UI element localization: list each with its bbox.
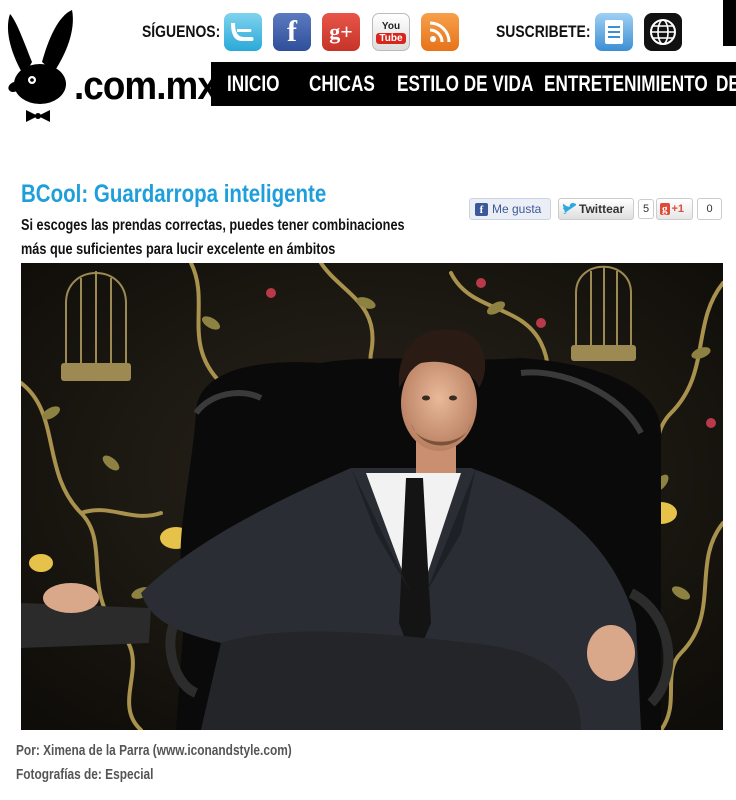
google-plus-glyph: g+ xyxy=(329,19,353,44)
youtube-you: You xyxy=(381,20,401,32)
rss-icon[interactable] xyxy=(421,13,459,51)
youtube-tube: Tube xyxy=(376,32,406,44)
tweet-count: 5 xyxy=(638,199,654,219)
main-navigation: INICIO CHICAS ESTILO DE VIDA ENTRETENIMI… xyxy=(211,62,736,106)
google-plus-icon: g xyxy=(660,203,670,215)
subscribe-label: SUSCRIBETE: xyxy=(496,22,591,41)
site-domain-logo[interactable]: .com.mx xyxy=(74,64,218,108)
newsletter-icon[interactable] xyxy=(595,13,633,51)
playboy-bunny-logo[interactable] xyxy=(2,6,80,122)
twitter-icon[interactable] xyxy=(224,13,262,51)
youtube-icon[interactable]: You Tube xyxy=(372,13,410,51)
author-credit[interactable]: Por: Ximena de la Parra (www.iconandstyl… xyxy=(16,742,292,760)
twitter-bird-icon xyxy=(563,202,578,217)
tweet-label: Twittear xyxy=(579,202,625,216)
plus-one-count: 0 xyxy=(697,198,722,220)
article-hero-photo[interactable] xyxy=(21,263,723,730)
facebook-icon: f xyxy=(475,202,488,216)
header-edge-block xyxy=(723,0,736,46)
nav-item-estilo-de-vida[interactable]: ESTILO DE VIDA xyxy=(397,71,533,97)
tweet-button[interactable]: Twittear xyxy=(558,198,634,220)
facebook-like-label: Me gusta xyxy=(492,202,542,216)
google-plus-icon[interactable]: g+ xyxy=(322,13,360,51)
nav-item-entretenimiento[interactable]: ENTRETENIMIENTO xyxy=(544,71,708,97)
follow-label: SÍGUENOS: xyxy=(142,22,221,41)
facebook-like-button[interactable]: f Me gusta xyxy=(469,198,551,220)
nav-item-de[interactable]: DE xyxy=(716,71,736,97)
plus-one-label: +1 xyxy=(671,203,685,215)
photo-credit: Fotografías de: Especial xyxy=(16,767,154,783)
article-title[interactable]: BCool: Guardarropa inteligente xyxy=(21,180,326,208)
facebook-icon[interactable]: f xyxy=(273,13,311,51)
nav-item-inicio[interactable]: INICIO xyxy=(227,71,279,97)
facebook-glyph: f xyxy=(287,15,297,48)
web-icon[interactable] xyxy=(644,13,682,51)
google-plus-one-button[interactable]: g +1 xyxy=(656,198,693,220)
nav-item-chicas[interactable]: CHICAS xyxy=(309,71,375,97)
